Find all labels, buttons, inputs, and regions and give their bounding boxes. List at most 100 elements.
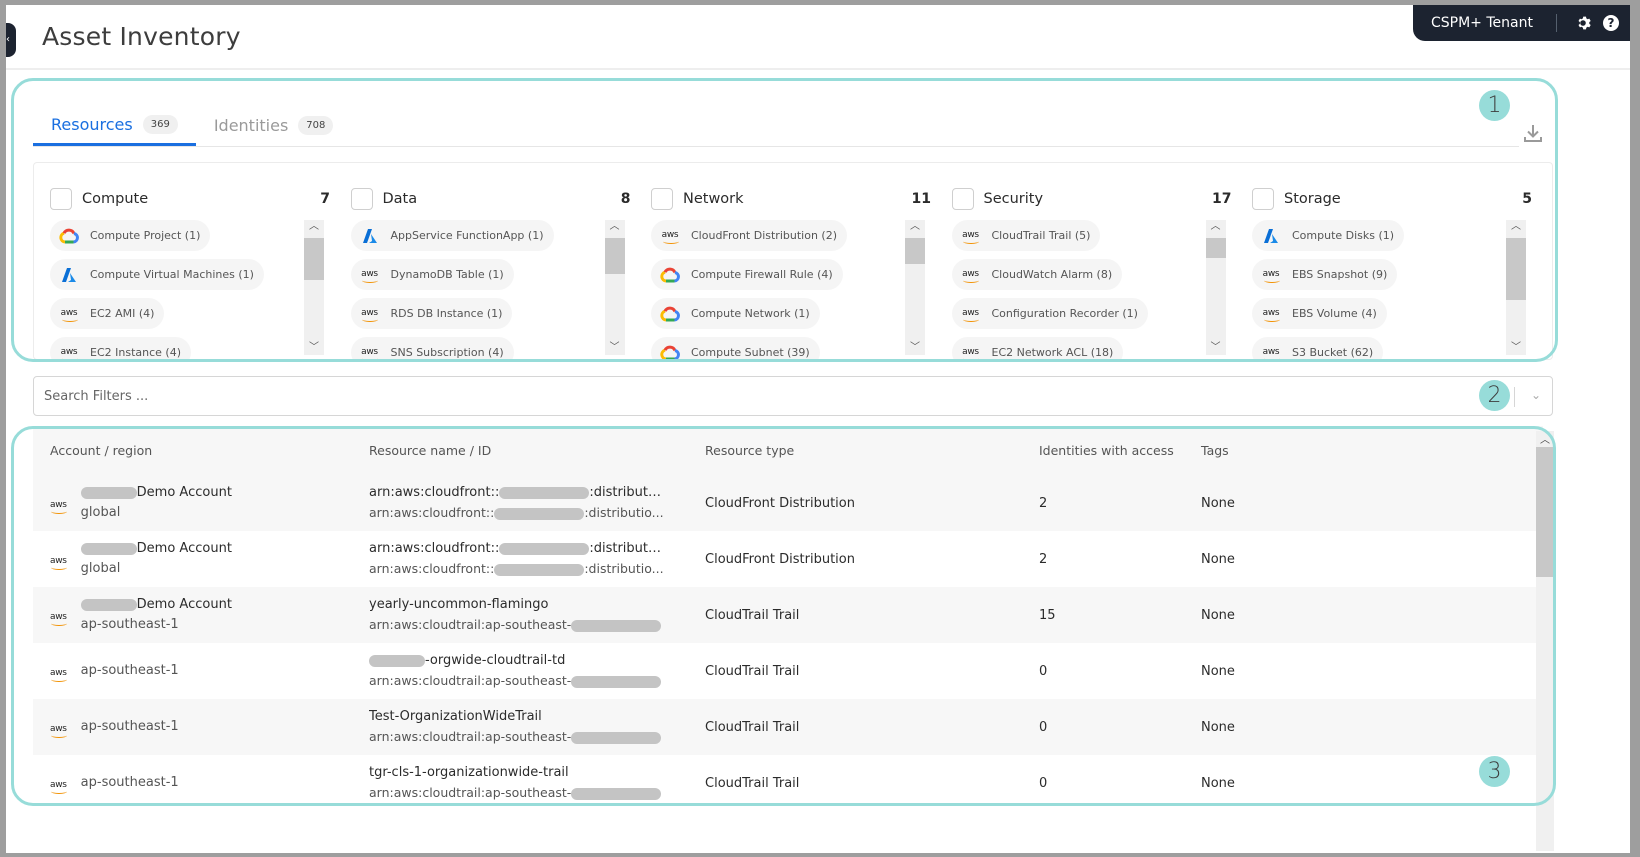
scroll-up-icon[interactable]: ︿ [905, 220, 925, 234]
scroll-down-icon[interactable]: ﹀ [905, 341, 925, 355]
column-header-account[interactable]: Account / region [33, 443, 369, 458]
scroll-down-icon[interactable]: ﹀ [304, 341, 324, 355]
resource-type-chip[interactable]: Compute Network (1) [651, 298, 820, 329]
column-header-type[interactable]: Resource type [705, 443, 1039, 458]
scroll-down-icon[interactable]: ﹀ [1206, 341, 1226, 355]
column-header-tags[interactable]: Tags [1201, 443, 1501, 458]
resource-type-chip[interactable]: AppService FunctionApp (1) [350, 220, 554, 251]
resource-type-chip[interactable]: aws CloudFront Distribution (2) [651, 220, 847, 251]
category-name: Storage [1284, 191, 1341, 207]
scroll-up-icon[interactable]: ︿ [1506, 220, 1526, 234]
resource-id: arn:aws:cloudfront:::distributio... [369, 559, 664, 579]
tab-identities[interactable]: Identities 708 [196, 105, 352, 145]
aws-logo-icon: aws [962, 308, 979, 322]
resource-type-chip[interactable]: Compute Disks (1) [1252, 220, 1405, 251]
category-scrollbar[interactable]: ︿ ﹀ [1506, 220, 1526, 355]
tab-count-badge: 369 [142, 114, 178, 134]
table-row[interactable]: aws ap-southeast-1 tgr-cls-1-organizationw… [33, 755, 1543, 811]
resource-type-chip[interactable]: aws S3 Bucket (62) [1252, 337, 1384, 359]
scroll-up-icon[interactable]: ︿ [1536, 431, 1554, 446]
resource-type-chip[interactable]: aws DynamoDB Table (1) [350, 259, 514, 290]
category-count: 5 [1522, 191, 1532, 207]
chip-row: aws SNS Subscription (4) [350, 337, 613, 359]
resource-type-chip[interactable]: aws EC2 AMI (4) [50, 298, 165, 329]
category-chip-list: AppService FunctionApp (1) aws DynamoDB Ta… [350, 220, 613, 359]
asset-tabs: Resources 369 Identities 708 [33, 105, 351, 146]
azure-icon [1260, 227, 1282, 245]
resource-type-chip[interactable]: aws CloudTrail Trail (5) [951, 220, 1101, 251]
category-checkbox[interactable] [1252, 188, 1274, 210]
scrollbar-thumb[interactable] [1205, 238, 1226, 258]
search-filters-input[interactable] [34, 377, 1434, 415]
help-icon[interactable]: ? [1603, 15, 1619, 31]
account-name: Demo Account [80, 539, 232, 559]
resource-name[interactable]: -orgwide-cloudtrail-td [369, 651, 664, 671]
resource-type-chip[interactable]: Compute Subnet (39) [651, 337, 820, 359]
chip-row: Compute Project (1) [50, 220, 312, 259]
category-scrollbar[interactable]: ︿ ﹀ [304, 220, 324, 355]
scrollbar-thumb[interactable] [905, 238, 925, 264]
chevron-down-icon[interactable]: ⌄ [1531, 388, 1541, 402]
tab-label: Identities [213, 115, 289, 135]
tenant-bar: CSPM+ Tenant ? [1413, 5, 1630, 41]
search-filters: ⌄ [33, 376, 1553, 416]
scrollbar-thumb[interactable] [304, 238, 324, 280]
table-row[interactable]: aws Demo Account ap-southeast-1 yearly-unco… [33, 587, 1543, 643]
category-checkbox[interactable] [50, 188, 72, 210]
table-scrollbar[interactable]: ︿ [1536, 431, 1554, 851]
category-scrollbar[interactable]: ︿ ﹀ [1205, 220, 1226, 355]
tenant-selector[interactable]: CSPM+ Tenant [1431, 15, 1546, 31]
resource-type-chip[interactable]: Compute Virtual Machines (1) [50, 259, 264, 290]
category-scrollbar[interactable]: ︿ ﹀ [604, 220, 625, 355]
chip-label: EBS Snapshot (9) [1292, 268, 1388, 281]
scroll-down-icon[interactable]: ﹀ [605, 341, 625, 355]
account-label: Demo Account [136, 597, 232, 612]
chip-label: EC2 Network ACL (18) [991, 346, 1114, 359]
search-divider [1514, 387, 1515, 407]
table-row[interactable]: aws ap-southeast-1 -orgwide-cloudtrail-td a… [33, 643, 1543, 699]
column-header-identities[interactable]: Identities with access [1039, 443, 1201, 458]
aws-logo-icon: aws [962, 269, 979, 283]
chip-label: CloudFront Distribution (2) [691, 229, 837, 242]
scroll-up-icon[interactable]: ︿ [304, 220, 324, 234]
table-row[interactable]: aws Demo Account global arn:aws:cloudfront:… [33, 531, 1543, 587]
scrollbar-thumb[interactable] [604, 238, 625, 274]
resource-name[interactable]: arn:aws:cloudfront:::distributio... [369, 539, 664, 559]
scroll-down-icon[interactable]: ﹀ [1506, 341, 1526, 355]
download-icon[interactable] [1522, 122, 1544, 144]
resource-name[interactable]: Test-OrganizationWideTrail [369, 707, 664, 727]
table-row[interactable]: aws Demo Account global arn:aws:cloudfront:… [33, 475, 1543, 531]
resource-type-chip[interactable]: aws EC2 Network ACL (18) [951, 337, 1124, 359]
gear-icon[interactable] [1575, 15, 1591, 31]
category-checkbox[interactable] [651, 188, 673, 210]
resource-type-chip[interactable]: aws EBS Volume (4) [1252, 298, 1387, 329]
category-scrollbar[interactable]: ︿ ﹀ [905, 220, 925, 355]
redacted-text [571, 619, 662, 632]
resource-type-chip[interactable]: aws SNS Subscription (4) [350, 337, 514, 359]
resource-type-chip[interactable]: aws CloudWatch Alarm (8) [951, 259, 1123, 290]
category-checkbox[interactable] [350, 188, 373, 210]
resource-type-chip[interactable]: aws EBS Snapshot (9) [1252, 259, 1398, 290]
resource-type-chip[interactable]: aws RDS DB Instance (1) [350, 298, 513, 329]
identities-cell: 0 [1039, 663, 1048, 679]
resource-name[interactable]: arn:aws:cloudfront:::distributio... [369, 483, 664, 503]
table-row[interactable]: aws ap-southeast-1 Test-OrganizationWideTr… [33, 699, 1543, 755]
category-checkbox[interactable] [951, 188, 974, 210]
resource-type-chip[interactable]: aws EC2 Instance (4) [50, 337, 191, 359]
resource-type-chip[interactable]: Compute Project (1) [50, 220, 211, 251]
chip-row: aws EC2 Network ACL (18) [951, 337, 1214, 359]
resource-type-chip[interactable]: Compute Firewall Rule (4) [651, 259, 843, 290]
scroll-up-icon[interactable]: ︿ [605, 220, 625, 234]
scroll-up-icon[interactable]: ︿ [1206, 220, 1226, 234]
column-header-resource[interactable]: Resource name / ID [369, 443, 705, 458]
chip-label: Compute Project (1) [90, 229, 201, 242]
scrollbar-thumb[interactable] [1506, 238, 1526, 300]
resource-id: arn:aws:cloudtrail:ap-southeast- [369, 727, 664, 747]
resource-type-chip[interactable]: aws Configuration Recorder (1) [951, 298, 1148, 329]
tab-resources[interactable]: Resources 369 [33, 105, 196, 146]
resource-name[interactable]: yearly-uncommon-flamingo [369, 595, 664, 615]
redacted-text [494, 507, 585, 520]
sidebar-collapse-button[interactable]: ‹ [6, 23, 16, 57]
scrollbar-thumb[interactable] [1536, 447, 1554, 577]
resource-name[interactable]: tgr-cls-1-organizationwide-trail [369, 763, 664, 783]
